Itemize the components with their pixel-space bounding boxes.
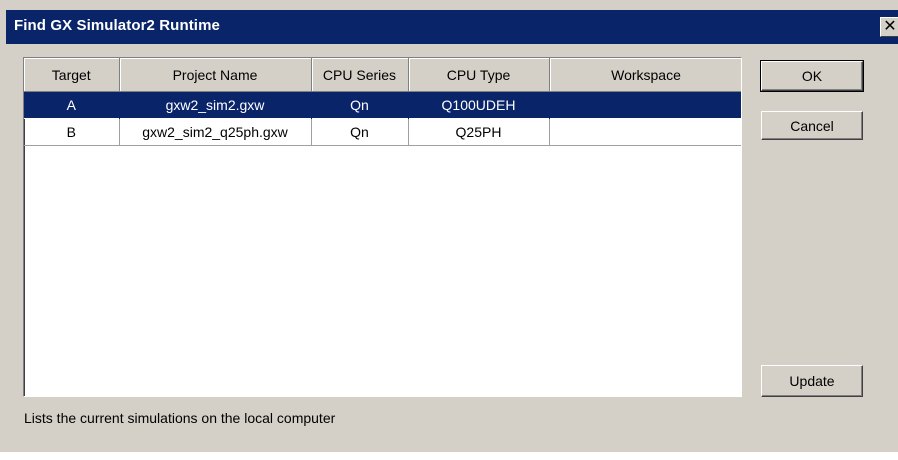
table-header-row: Target Project Name CPU Series CPU Type … xyxy=(24,58,741,92)
close-icon: ✕ xyxy=(883,18,897,35)
window-title: Find GX Simulator2 Runtime xyxy=(14,17,220,34)
ok-button[interactable]: OK xyxy=(760,60,864,92)
column-header-cpu-type[interactable]: CPU Type xyxy=(408,58,550,92)
column-header-project-name[interactable]: Project Name xyxy=(119,58,312,92)
cell-cpu-type: Q25PH xyxy=(408,118,550,146)
simulations-table: Target Project Name CPU Series CPU Type … xyxy=(24,58,741,146)
cancel-button[interactable]: Cancel xyxy=(761,111,863,140)
close-button[interactable]: ✕ xyxy=(880,17,898,37)
update-button[interactable]: Update xyxy=(761,365,863,397)
table-row-b[interactable]: B gxw2_sim2_q25ph.gxw Qn Q25PH xyxy=(24,118,741,146)
status-text: Lists the current simulations on the loc… xyxy=(24,410,336,426)
column-header-target[interactable]: Target xyxy=(24,58,120,92)
cell-cpu-series: Qn xyxy=(311,118,409,146)
cell-cpu-series: Qn xyxy=(311,91,409,119)
cell-project-name: gxw2_sim2_q25ph.gxw xyxy=(119,118,312,146)
simulations-list[interactable]: Target Project Name CPU Series CPU Type … xyxy=(23,57,742,397)
update-button-label: Update xyxy=(789,373,835,389)
column-header-cpu-series[interactable]: CPU Series xyxy=(311,58,409,92)
cell-workspace xyxy=(549,91,741,119)
cell-target: B xyxy=(24,118,120,146)
title-bar: Find GX Simulator2 Runtime ✕ xyxy=(6,10,898,44)
cell-target: A xyxy=(24,91,120,119)
cell-workspace xyxy=(549,118,741,146)
find-runtime-dialog: Find GX Simulator2 Runtime ✕ Target Proj… xyxy=(0,0,898,452)
table-row-a[interactable]: A gxw2_sim2.gxw Qn Q100UDEH xyxy=(24,91,741,119)
cell-cpu-type: Q100UDEH xyxy=(408,91,550,119)
ok-button-label: OK xyxy=(801,68,823,84)
cancel-button-label: Cancel xyxy=(790,117,834,134)
column-header-workspace[interactable]: Workspace xyxy=(549,58,741,92)
cell-project-name: gxw2_sim2.gxw xyxy=(119,91,312,119)
